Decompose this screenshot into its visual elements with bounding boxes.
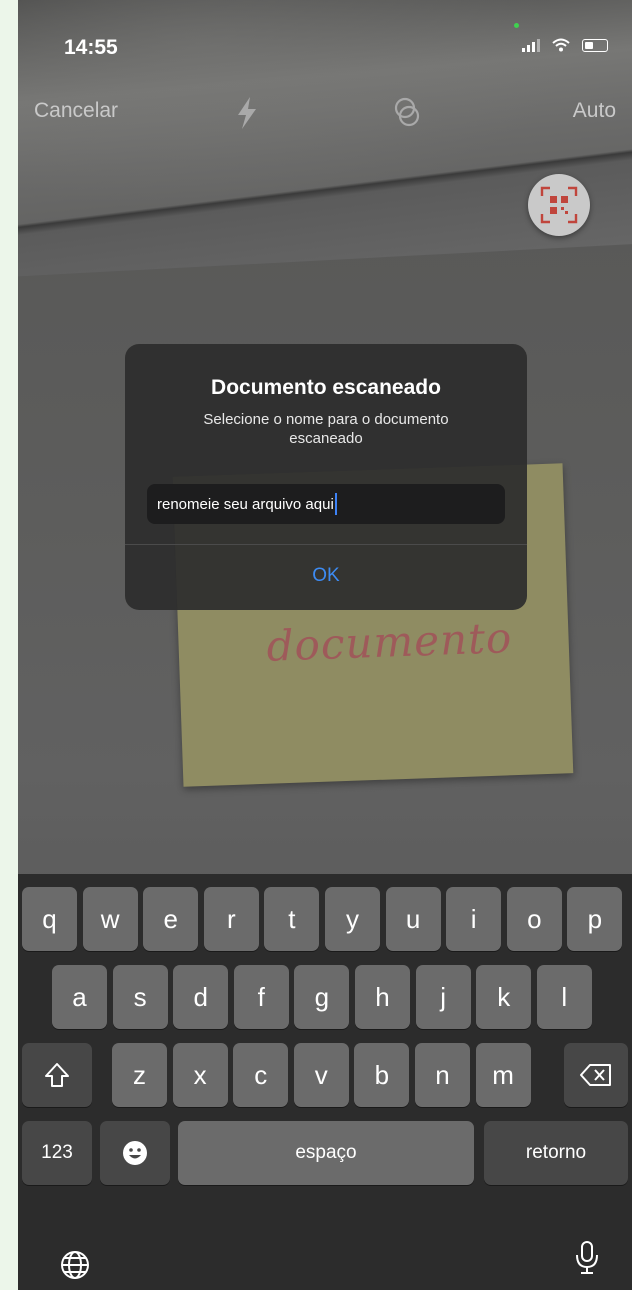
key-f[interactable]: f [233, 965, 289, 1029]
filter-icon[interactable] [390, 95, 424, 131]
key-p[interactable]: p [567, 887, 623, 951]
key-o[interactable]: o [506, 887, 562, 951]
camera-toolbar: Cancelar Auto [18, 95, 632, 135]
key-j[interactable]: j [415, 965, 471, 1029]
sticky-note-text: documento [265, 613, 514, 671]
key-b[interactable]: b [354, 1043, 410, 1107]
document-name-field[interactable]: renomeie seu arquivo aqui [147, 484, 505, 524]
dialog-message: Selecione o nome para o documento escane… [203, 411, 449, 447]
keyboard: qwertyuiop asdfghjkl zxcvbnm 123 espaço … [18, 874, 632, 1290]
key-v[interactable]: v [293, 1043, 349, 1107]
key-h[interactable]: h [355, 965, 410, 1029]
emoji-key[interactable] [100, 1121, 170, 1185]
status-icons [522, 38, 608, 52]
key-l[interactable]: l [536, 965, 592, 1029]
key-m[interactable]: m [475, 1043, 531, 1107]
shift-key[interactable] [22, 1043, 92, 1107]
key-c[interactable]: c [233, 1043, 289, 1107]
text-caret [334, 493, 337, 515]
cancel-button[interactable]: Cancelar [34, 99, 118, 123]
keyboard-row-2: asdfghjkl [18, 965, 632, 1029]
backspace-icon [580, 1064, 611, 1086]
key-s[interactable]: s [112, 965, 168, 1029]
rename-dialog: Documento escaneado Selecione o nome par… [125, 344, 527, 610]
key-u[interactable]: u [385, 887, 441, 951]
shift-icon [45, 1063, 69, 1087]
key-e[interactable]: e [143, 887, 199, 951]
key-n[interactable]: n [415, 1043, 470, 1107]
dialog-title: Documento escaneado [211, 376, 441, 399]
key-y[interactable]: y [325, 887, 380, 951]
numbers-key[interactable]: 123 [22, 1121, 92, 1185]
auto-capture-button[interactable]: Auto [573, 99, 616, 123]
keyboard-row-4: 123 espaço retorno [18, 1121, 632, 1185]
keyboard-row-3: zxcvbnm [18, 1043, 632, 1107]
backspace-key[interactable] [564, 1043, 628, 1107]
key-k[interactable]: k [476, 965, 532, 1029]
key-w[interactable]: w [82, 887, 138, 951]
key-z[interactable]: z [112, 1043, 167, 1107]
key-x[interactable]: x [172, 1043, 228, 1107]
qr-code-scan-icon [540, 186, 578, 224]
microphone-icon[interactable] [574, 1240, 600, 1276]
emoji-icon [123, 1141, 147, 1165]
return-key[interactable]: retorno [484, 1121, 628, 1185]
camera-indicator-dot [514, 23, 519, 28]
key-g[interactable]: g [294, 965, 350, 1029]
wifi-icon [552, 38, 570, 52]
key-r[interactable]: r [203, 887, 259, 951]
key-i[interactable]: i [446, 887, 502, 951]
key-d[interactable]: d [173, 965, 229, 1029]
globe-icon[interactable] [60, 1250, 90, 1280]
key-q[interactable]: q [22, 887, 77, 951]
status-time: 14:55 [64, 36, 118, 59]
key-t[interactable]: t [264, 887, 320, 951]
ok-button[interactable]: OK [125, 545, 527, 610]
key-a[interactable]: a [52, 965, 107, 1029]
document-name-value: renomeie seu arquivo aqui [157, 495, 334, 513]
flash-icon[interactable] [232, 95, 262, 131]
space-key[interactable]: espaço [178, 1121, 474, 1185]
keyboard-row-1: qwertyuiop [18, 887, 632, 951]
battery-icon [582, 38, 608, 52]
phone-screen: documento 14:55 Cancelar Auto Documento … [18, 0, 632, 1290]
signal-icon [522, 38, 540, 52]
qr-code-scan-button[interactable] [528, 174, 590, 236]
